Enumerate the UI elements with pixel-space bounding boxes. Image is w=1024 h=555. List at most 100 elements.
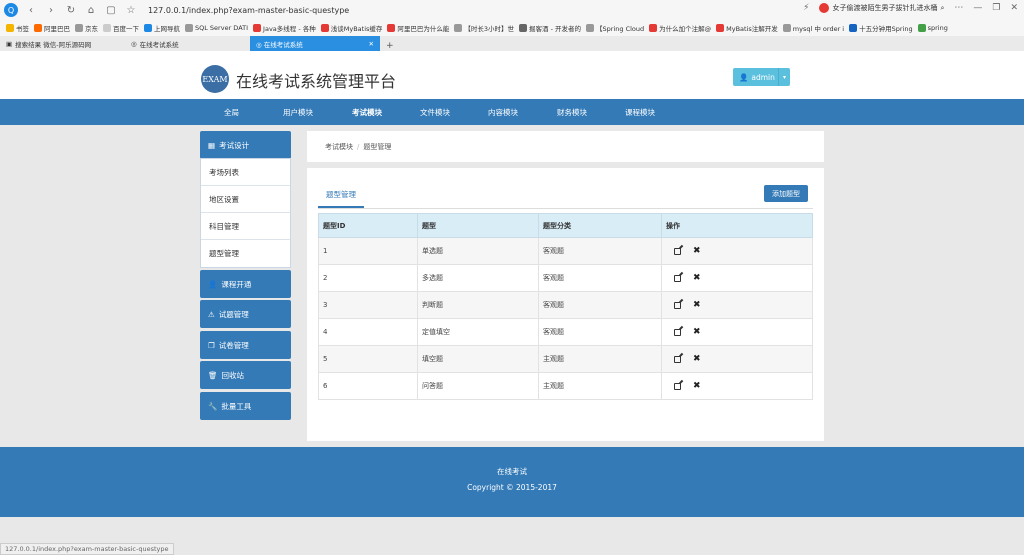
bookmark-icon [75,24,83,32]
cell-actions: ✖ [661,237,813,265]
add-question-type-button[interactable]: 添加题型 [764,185,808,202]
bookmark-icon [103,24,111,32]
bookmark-item[interactable]: 浅谈MyBatis缓存 [320,23,382,33]
sidebar-group-course[interactable]: 👤 课程开通 [200,270,291,298]
search-icon[interactable]: ⌕ [940,4,944,13]
cell-name: 单选题 [417,237,539,265]
bookmark-item[interactable]: 书签 [6,23,29,33]
edit-icon[interactable] [674,328,681,336]
sidebar-item-exam-rooms[interactable]: 考场列表 [201,159,290,186]
minimize-icon[interactable]: — [973,3,982,13]
cell-id: 3 [318,291,418,319]
edit-icon[interactable] [674,301,681,309]
bookmark-item[interactable]: spring [917,24,948,32]
close-window-icon[interactable]: ✕ [1010,3,1018,13]
tab-question-types[interactable]: 题型管理 [318,182,364,208]
delete-icon[interactable]: ✖ [693,246,701,256]
bookmark-item[interactable]: mysql 中 order i [782,23,844,33]
nav-item-user[interactable]: 用户模块 [283,99,313,125]
bookmark-item[interactable]: 百度一下 [103,23,139,33]
breadcrumb: 考试模块 / 题型管理 [307,131,824,162]
breadcrumb-item-current: 题型管理 [363,142,392,151]
sidebar-item-regions[interactable]: 地区设置 [201,186,290,213]
bookmark-item[interactable]: 十五分钟用Spring [849,23,913,33]
sidebar-group-exam-design[interactable]: ▦ 考试设计 [200,131,291,159]
home-icon[interactable]: ⌂ [84,3,98,17]
bookmark-item[interactable]: SQL Server DATI [185,24,248,32]
tab-favicon-icon: ◎ [131,39,137,48]
sidebar-group-questions[interactable]: ⚠ 试题管理 [200,300,291,328]
edit-icon[interactable] [674,274,681,282]
breadcrumb-separator: / [357,142,360,151]
nav-item-file[interactable]: 文件模块 [420,99,450,125]
bookmark-item[interactable]: 上网导航 [144,23,180,33]
bookmark-item[interactable]: 为什么加个注解@ [649,23,711,33]
star-icon[interactable]: ☆ [124,3,138,17]
delete-icon[interactable]: ✖ [693,273,701,283]
cell-category: 主观题 [538,372,662,400]
main-panel: 题型管理 添加题型 题型ID 题型 题型分类 操作 1 单选题 客观题 ✖ 2 … [307,168,824,441]
breadcrumb-item[interactable]: 考试模块 [325,142,353,152]
cell-id: 5 [318,345,418,373]
footer-title: 在线考试 [497,467,527,476]
sidebar-group-papers[interactable]: ❐ 试卷管理 [200,331,291,359]
cell-id: 6 [318,372,418,400]
back-icon[interactable]: ‹ [24,3,38,17]
site-header: EXAM 在线考试系统管理平台 👤 admin ▾ [0,51,1024,99]
bookmark-icon [917,24,926,32]
bookmark-bar: 书签 阿里巴巴 京东 百度一下 上网导航 SQL Server DATI Jav… [0,20,1024,36]
user-menu-button[interactable]: 👤 admin ▾ [733,68,790,86]
copy-icon: ❐ [208,340,215,350]
bookmark-icon [586,24,595,32]
browser-tab[interactable]: ◎ 在线考试系统 [125,36,250,51]
new-tab-icon[interactable]: + [380,41,394,51]
bookmark-item[interactable]: 掘客酒 - 开发者的 [519,23,581,33]
table-row: 5 填空题 主观题 ✖ [318,345,813,373]
bookmark-item[interactable]: MyBatis注解开发 [716,23,778,33]
delete-icon[interactable]: ✖ [693,354,701,364]
bookmark-item[interactable]: 阿里巴巴 [34,23,70,33]
bookmark-item[interactable]: 【时长3小时】世 [454,23,514,33]
bookmark-icon [387,24,396,32]
delete-icon[interactable]: ✖ [693,381,701,391]
browser-search-box[interactable]: 女子偷渡被陌生男子拔针扎进水桶 ⌕ [819,3,944,13]
edit-icon[interactable] [674,247,681,255]
tab-favicon-icon: ▣ [6,39,13,48]
delete-icon[interactable]: ✖ [693,327,701,337]
cell-name: 填空题 [417,345,539,373]
sidebar-item-subjects[interactable]: 科目管理 [201,213,290,240]
cell-category: 客观题 [538,318,662,346]
lightning-icon[interactable]: ⚡ [803,3,809,13]
nav-item-content[interactable]: 内容模块 [488,99,518,125]
url-field[interactable]: 127.0.0.1/index.php?exam-master-basic-qu… [148,6,349,15]
sidebar-group-recycle[interactable]: 🗑 回收站 [200,361,291,389]
delete-icon[interactable]: ✖ [693,300,701,310]
browser-tab[interactable]: ▣ 搜索结果 微信-阿乐源码网 [0,36,125,51]
tab-close-icon[interactable]: ✕ [369,40,374,48]
reader-icon[interactable]: ▢ [104,3,118,17]
nav-item-exam[interactable]: 考试模块 [352,99,382,125]
browser-tab-active[interactable]: ◎ 在线考试系统 ✕ [250,36,380,51]
edit-icon[interactable] [674,382,681,390]
bookmark-item[interactable]: 阿里巴巴为什么能 [387,23,449,33]
bookmark-item[interactable]: Java多线程 - 各种 [253,23,316,33]
sidebar-group-batch-tools[interactable]: 🔧 批量工具 [200,392,291,420]
sidebar-item-question-types[interactable]: 题型管理 [201,240,290,267]
sidebar-submenu: 考场列表 地区设置 科目管理 题型管理 [200,158,291,268]
bookmark-icon [649,24,658,32]
menu-icon[interactable]: ⋯ [954,3,963,13]
bookmark-star-icon [6,24,14,32]
reload-icon[interactable]: ↻ [64,3,78,17]
wrench-icon: 🔧 [208,401,218,411]
bookmark-item[interactable]: 京东 [75,23,98,33]
bookmark-item[interactable]: 【Spring Cloud [586,23,644,33]
cell-name: 定值填空 [417,318,539,346]
nav-item-finance[interactable]: 财务模块 [557,99,587,125]
nav-item-global[interactable]: 全局 [224,99,239,125]
nav-item-course[interactable]: 课程模块 [625,99,655,125]
cell-name: 判断题 [417,291,539,319]
edit-icon[interactable] [674,355,681,363]
footer-copyright: Copyright © 2015-2017 [467,483,557,492]
restore-icon[interactable]: ❐ [992,3,1000,13]
forward-icon[interactable]: › [44,3,58,17]
